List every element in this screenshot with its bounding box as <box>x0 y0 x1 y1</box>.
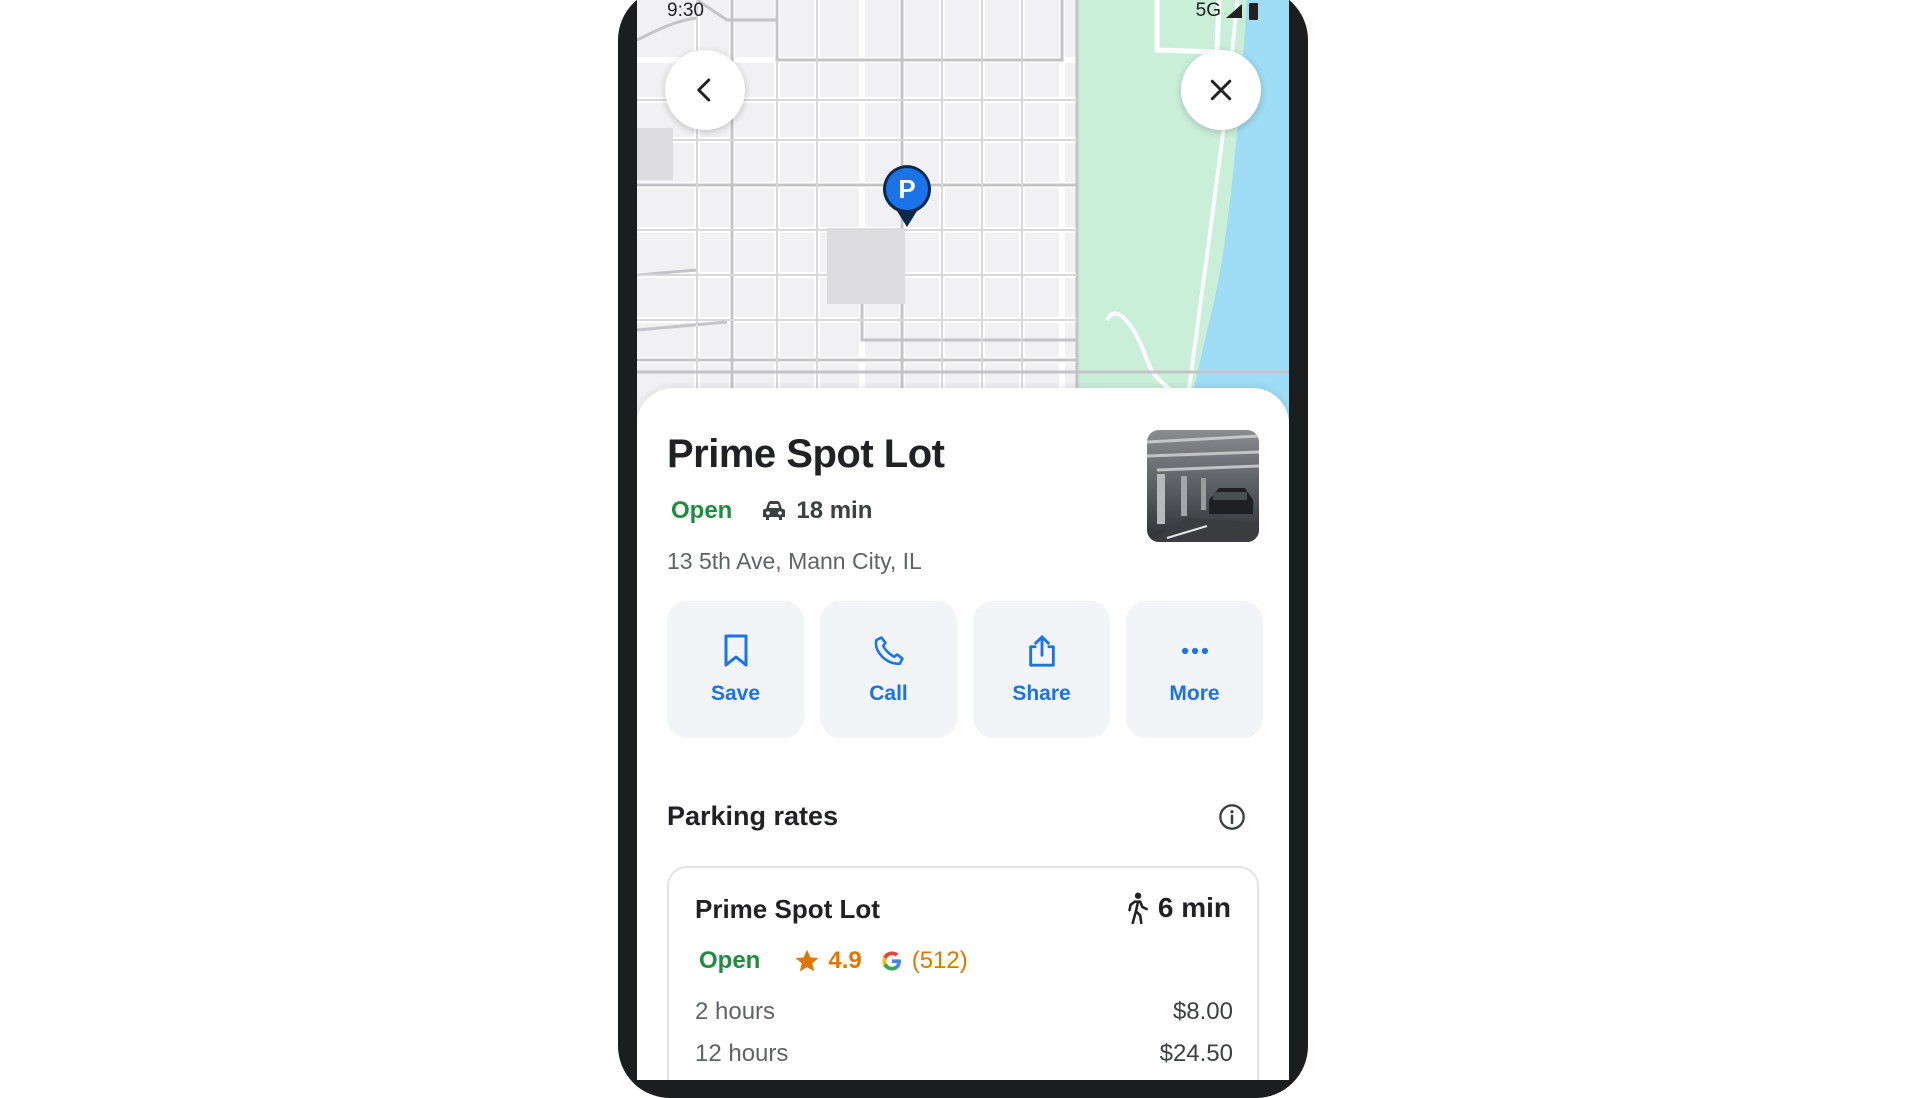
parking-pin-icon: P <box>883 165 931 227</box>
place-address: 13 5th Ave, Mann City, IL <box>667 548 922 574</box>
share-label: Share <box>1012 681 1071 705</box>
more-dots-icon <box>1181 647 1208 654</box>
walk-time: 6 min <box>1124 892 1231 924</box>
call-label: Call <box>869 681 908 705</box>
back-button[interactable] <box>665 50 745 130</box>
rate-row: 12 hours $24.50 <box>695 1040 1233 1068</box>
lot-rating-value: 4.9 <box>828 947 862 974</box>
more-label: More <box>1169 681 1220 705</box>
action-bar: Save Call Share More <box>667 601 1263 738</box>
network-label: 5G <box>1195 0 1221 21</box>
parking-rates-title: Parking rates <box>667 801 839 831</box>
close-button[interactable] <box>1181 50 1261 130</box>
bookmark-icon <box>724 634 747 666</box>
parking-rate-card[interactable]: Prime Spot Lot 6 min Open 4.9 (512) 2 ho… <box>667 866 1259 1080</box>
lot-rating: 4.9 <box>794 947 862 975</box>
open-status: Open <box>671 497 733 524</box>
rate-duration: 12 hours <box>695 1040 789 1067</box>
car-icon <box>763 501 786 520</box>
status-bar: 9:30 5G <box>667 0 1259 22</box>
walking-icon <box>1128 892 1148 924</box>
share-button[interactable]: Share <box>973 601 1110 738</box>
share-icon <box>1028 634 1055 667</box>
lot-name: Prime Spot Lot <box>695 894 880 924</box>
walk-time-label: 6 min <box>1157 892 1231 923</box>
lot-rating-row: Open 4.9 (512) <box>699 947 968 975</box>
drive-time-label: 18 min <box>796 497 873 524</box>
info-button[interactable] <box>1218 803 1246 836</box>
call-button[interactable]: Call <box>820 601 957 738</box>
place-meta: Open 18 min <box>671 497 872 525</box>
lot-open-status: Open <box>699 947 761 974</box>
parking-garage-photo <box>1147 430 1259 542</box>
star-icon <box>795 949 819 972</box>
rate-row: 2 hours $8.00 <box>695 998 1233 1026</box>
save-button[interactable]: Save <box>667 601 804 738</box>
chevron-left-icon <box>697 78 711 102</box>
place-sheet[interactable]: Prime Spot Lot Open 18 min 13 5th Ave, M… <box>637 388 1289 1080</box>
close-icon <box>1210 79 1232 101</box>
pin-letter: P <box>898 174 915 204</box>
more-button[interactable]: More <box>1126 601 1263 738</box>
rate-price: $24.50 <box>1159 1040 1233 1067</box>
phone-screen: 9:30 5G P Prime Spot Lot Open 18 min 13 … <box>637 0 1289 1080</box>
rate-price: $8.00 <box>1172 998 1233 1025</box>
save-label: Save <box>710 681 761 705</box>
place-title: Prime Spot Lot <box>667 432 945 476</box>
rate-duration: 2 hours <box>695 998 776 1025</box>
place-photo[interactable] <box>1147 430 1259 542</box>
phone-icon <box>874 635 904 665</box>
status-time: 9:30 <box>667 0 704 21</box>
info-icon <box>1219 804 1245 830</box>
parking-pin-marker[interactable]: P <box>880 165 934 229</box>
status-indicators: 5G <box>1196 0 1259 22</box>
lot-review-count: (512) <box>911 947 968 974</box>
drive-time: 18 min <box>762 497 872 525</box>
signal-icon <box>1226 4 1242 18</box>
google-g-icon <box>882 951 901 971</box>
battery-icon <box>1249 3 1258 20</box>
